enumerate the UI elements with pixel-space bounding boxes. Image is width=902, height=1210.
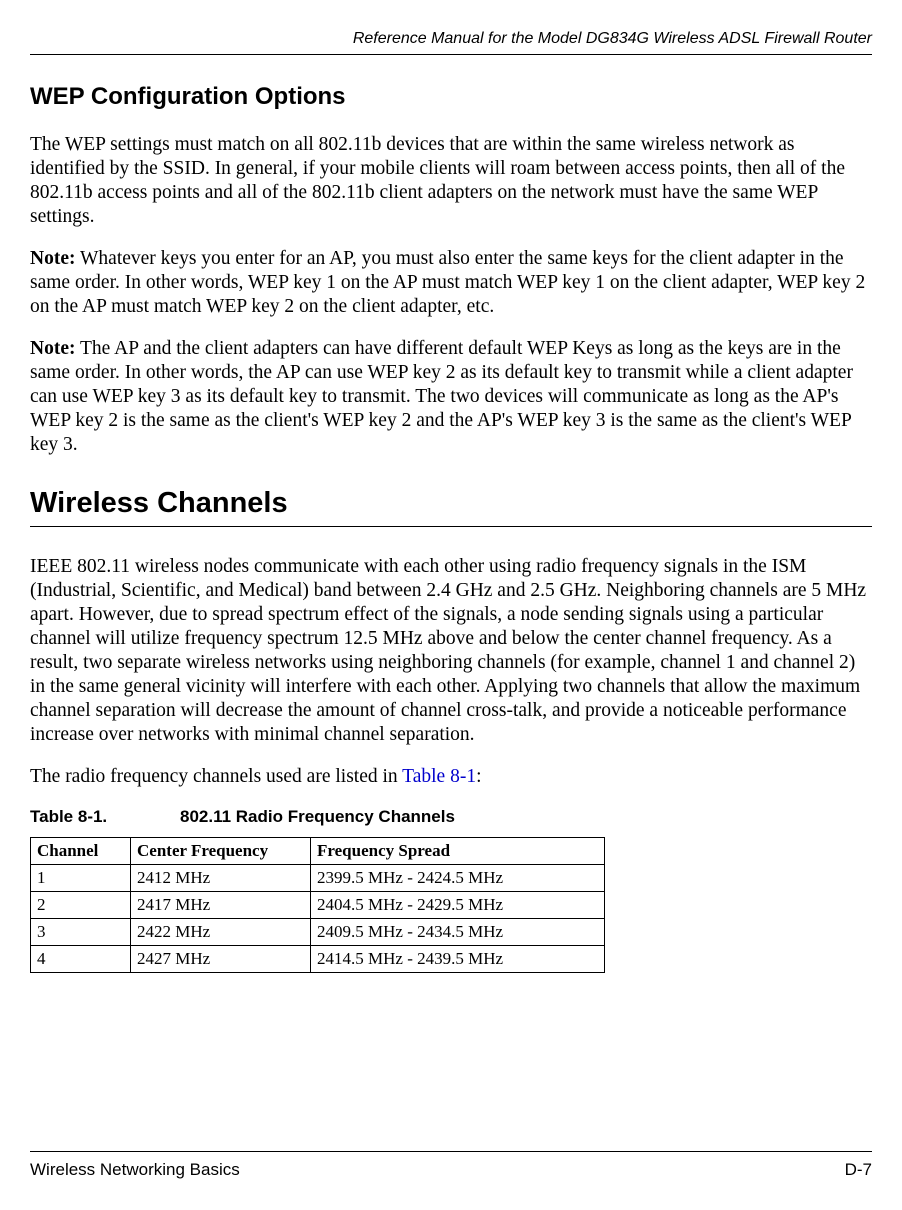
note-text: Whatever keys you enter for an AP, you m… [30,248,865,317]
header-channel: Channel [31,837,131,864]
table-title: 802.11 Radio Frequency Channels [180,807,455,826]
section-wep-title: WEP Configuration Options [30,83,872,111]
cell-channel: 1 [31,864,131,891]
cell-spread: 2399.5 MHz - 2424.5 MHz [311,864,605,891]
wireless-paragraph-2: The radio frequency channels used are li… [30,765,872,789]
note-text: The AP and the client adapters can have … [30,338,853,455]
header-frequency-spread: Frequency Spread [311,837,605,864]
cell-center: 2422 MHz [131,918,311,945]
wep-paragraph-1: The WEP settings must match on all 802.1… [30,133,872,229]
para-text-pre: The radio frequency channels used are li… [30,766,402,787]
page-header: Reference Manual for the Model DG834G Wi… [30,30,872,55]
cell-spread: 2414.5 MHz - 2439.5 MHz [311,945,605,972]
cell-spread: 2409.5 MHz - 2434.5 MHz [311,918,605,945]
wep-note-1: Note: Whatever keys you enter for an AP,… [30,247,872,319]
cell-channel: 2 [31,891,131,918]
table-number: Table 8-1. [30,807,180,827]
cell-center: 2427 MHz [131,945,311,972]
wireless-paragraph-1: IEEE 802.11 wireless nodes communicate w… [30,555,872,747]
cell-channel: 4 [31,945,131,972]
table-row: 4 2427 MHz 2414.5 MHz - 2439.5 MHz [31,945,605,972]
note-label: Note: [30,248,75,269]
table-row: 1 2412 MHz 2399.5 MHz - 2424.5 MHz [31,864,605,891]
header-center-frequency: Center Frequency [131,837,311,864]
page-footer: Wireless Networking Basics D-7 [30,1151,872,1180]
cell-spread: 2404.5 MHz - 2429.5 MHz [311,891,605,918]
cell-center: 2417 MHz [131,891,311,918]
cell-channel: 3 [31,918,131,945]
footer-left: Wireless Networking Basics [30,1160,240,1180]
section-wireless-channels-title: Wireless Channels [30,487,872,520]
header-title: Reference Manual for the Model DG834G Wi… [353,30,872,47]
table-row: 3 2422 MHz 2409.5 MHz - 2434.5 MHz [31,918,605,945]
table-row: 2 2417 MHz 2404.5 MHz - 2429.5 MHz [31,891,605,918]
table-reference-link[interactable]: Table 8-1 [402,766,476,787]
note-label: Note: [30,338,75,359]
table-header-row: Channel Center Frequency Frequency Sprea… [31,837,605,864]
cell-center: 2412 MHz [131,864,311,891]
section-divider [30,526,872,527]
table-caption: Table 8-1.802.11 Radio Frequency Channel… [30,807,872,827]
para-text-post: : [476,766,481,787]
frequency-table: Channel Center Frequency Frequency Sprea… [30,837,605,973]
footer-right: D-7 [845,1160,872,1180]
wep-note-2: Note: The AP and the client adapters can… [30,337,872,457]
